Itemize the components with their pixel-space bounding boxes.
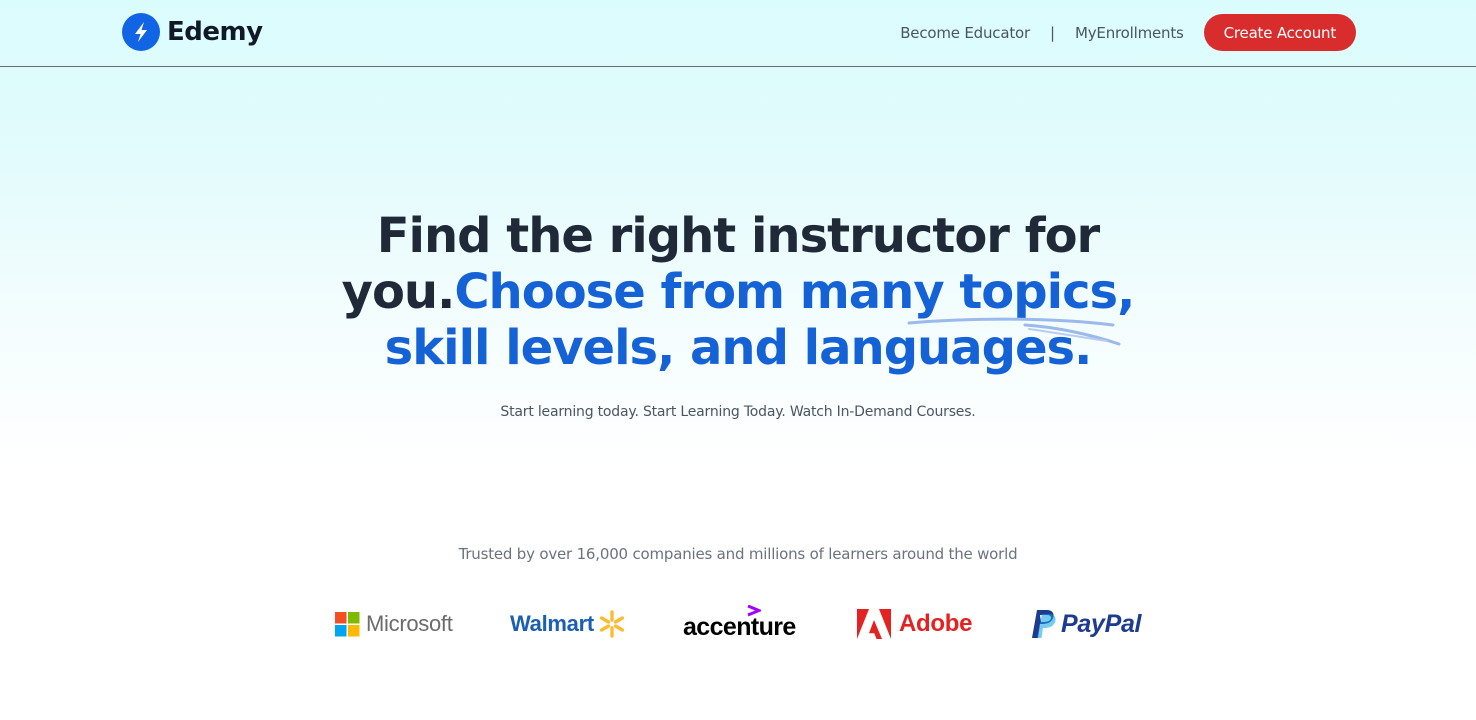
- become-educator-link[interactable]: Become Educator: [900, 24, 1030, 42]
- walmart-wordmark: Walmart: [510, 611, 594, 636]
- accenture-chevron-icon: [747, 605, 761, 617]
- microsoft-squares-icon: [335, 611, 360, 636]
- lightning-icon: [122, 13, 160, 51]
- hero-subtitle: Start learning today. Start Learning Tod…: [500, 404, 976, 420]
- underline-scribble-icon: [907, 317, 1121, 346]
- microsoft-wordmark: Microsoft: [366, 611, 453, 636]
- main-nav: Become Educator | MyEnrollments Create A…: [900, 14, 1356, 51]
- trusted-by-text: Trusted by over 16,000 companies and mil…: [458, 545, 1018, 563]
- brand-name: Edemy: [167, 17, 263, 47]
- paypal-p-icon: [1032, 610, 1056, 638]
- accenture-logo: accenture: [683, 600, 796, 644]
- accenture-wordmark: accenture: [683, 612, 796, 641]
- adobe-logo: Adobe: [857, 602, 972, 646]
- my-enrollments-link[interactable]: MyEnrollments: [1075, 24, 1184, 42]
- adobe-wordmark: Adobe: [899, 610, 973, 637]
- walmart-logo: Walmart: [510, 602, 626, 646]
- adobe-a-icon: [857, 609, 891, 639]
- paypal-wordmark: PayPal: [1061, 609, 1142, 638]
- nav-separator: |: [1049, 23, 1056, 42]
- brand-logo[interactable]: Edemy: [122, 13, 263, 51]
- paypal-logo: PayPal: [1031, 602, 1142, 646]
- walmart-spark-icon: [599, 610, 624, 638]
- site-header: Edemy Become Educator | MyEnrollments Cr…: [0, 0, 1476, 67]
- create-account-button[interactable]: Create Account: [1203, 14, 1356, 51]
- microsoft-logo: Microsoft: [335, 602, 453, 646]
